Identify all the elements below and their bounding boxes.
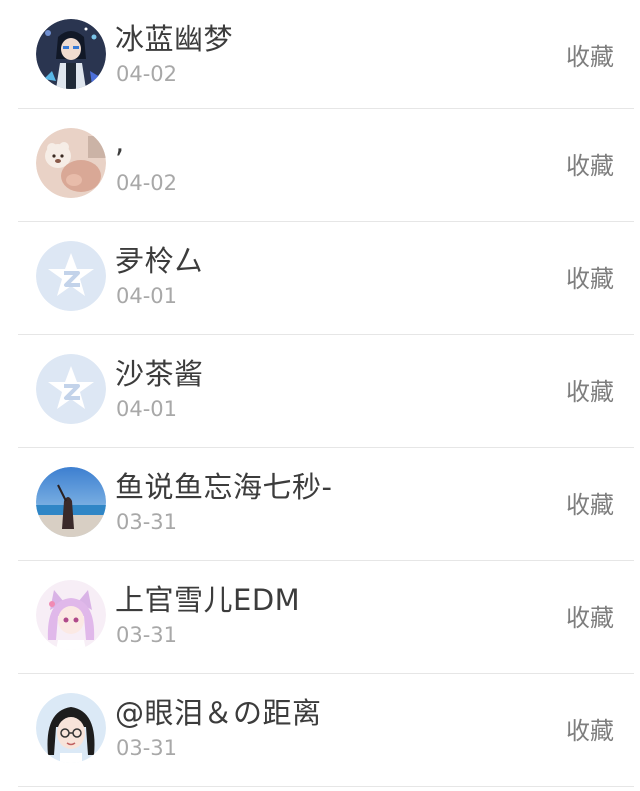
user-name: 夛柃厶 [115,244,204,278]
anime-catgirl-avatar-icon [36,580,106,650]
friend-list: 冰蓝幽梦 04-02 收藏 , 04-02 收藏 夛柃厶 04-01 收藏 沙茶… [0,0,640,787]
list-item[interactable]: 冰蓝幽梦 04-02 收藏 [18,0,634,109]
date-label: 04-01 [116,397,178,421]
favorite-button[interactable]: 收藏 [566,711,614,746]
date-label: 04-01 [116,284,178,308]
avatar[interactable] [36,19,106,89]
list-item[interactable]: 上官雪儿EDM 03-31 收藏 [18,561,634,674]
user-name: @眼泪＆の距离 [115,696,322,730]
list-item[interactable]: 夛柃厶 04-01 收藏 [18,222,634,335]
default-qzone-avatar-icon [36,241,106,311]
plush-toy-photo-avatar-icon [36,128,106,198]
list-item[interactable]: @眼泪＆の距离 03-31 收藏 [18,674,634,787]
anime-character-avatar-icon [36,19,106,89]
favorite-button[interactable]: 收藏 [566,598,614,633]
avatar[interactable] [36,580,106,650]
avatar[interactable] [36,467,106,537]
date-label: 03-31 [116,623,178,647]
user-name: 沙茶酱 [115,357,204,391]
favorite-button[interactable]: 收藏 [566,259,614,294]
avatar[interactable] [36,354,106,424]
list-item[interactable]: 鱼说鱼忘海七秒- 03-31 收藏 [18,448,634,561]
list-item[interactable]: , 04-02 收藏 [18,109,634,222]
favorite-button[interactable]: 收藏 [566,146,614,181]
favorite-button[interactable]: 收藏 [566,37,614,72]
user-name: 冰蓝幽梦 [115,22,234,56]
avatar[interactable] [36,241,106,311]
user-name: 鱼说鱼忘海七秒- [115,470,333,504]
date-label: 04-02 [116,62,178,86]
list-item[interactable]: 沙茶酱 04-01 收藏 [18,335,634,448]
date-label: 04-02 [116,171,178,195]
favorite-button[interactable]: 收藏 [566,372,614,407]
user-name: 上官雪儿EDM [115,583,301,617]
avatar[interactable] [36,693,106,763]
default-qzone-avatar-icon [36,354,106,424]
date-label: 03-31 [116,736,178,760]
favorite-button[interactable]: 收藏 [566,485,614,520]
date-label: 03-31 [116,510,178,534]
beach-photo-avatar-icon [36,467,106,537]
anime-girl-glasses-avatar-icon [36,693,106,763]
avatar[interactable] [36,128,106,198]
user-name: , [115,125,125,159]
